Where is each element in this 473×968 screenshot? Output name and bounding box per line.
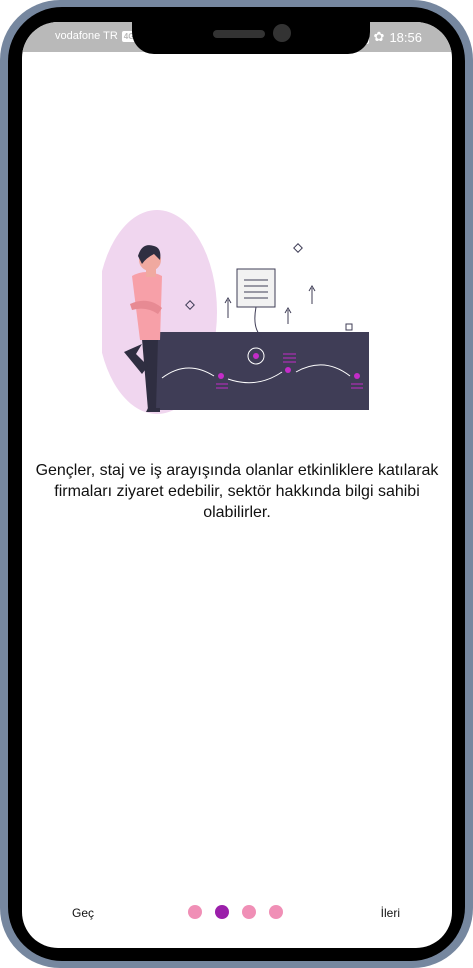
notch bbox=[132, 22, 370, 54]
onboarding-bottom-bar: Geç İleri bbox=[22, 902, 452, 926]
speaker bbox=[213, 30, 265, 38]
status-bar-left: vodafone TR 4G bbox=[55, 30, 137, 42]
skip-button[interactable]: Geç bbox=[72, 906, 94, 920]
camera bbox=[273, 24, 291, 42]
onboarding-description: Gençler, staj ve iş arayışında olanlar e… bbox=[35, 462, 439, 521]
page-dot[interactable] bbox=[269, 905, 283, 919]
page-indicator bbox=[188, 905, 283, 919]
carrier-label: vodafone TR bbox=[55, 30, 118, 42]
page-dot[interactable] bbox=[188, 905, 202, 919]
clock: 18:56 bbox=[389, 29, 422, 45]
screen: vodafone TR 4G 77 ✿ 18:56 bbox=[22, 22, 452, 948]
page-dot-active[interactable] bbox=[215, 905, 229, 919]
page-dot[interactable] bbox=[242, 905, 256, 919]
next-button[interactable]: İleri bbox=[381, 906, 400, 920]
leaf-icon: ✿ bbox=[373, 29, 385, 44]
person-leaning-on-board-illustration bbox=[102, 210, 369, 414]
